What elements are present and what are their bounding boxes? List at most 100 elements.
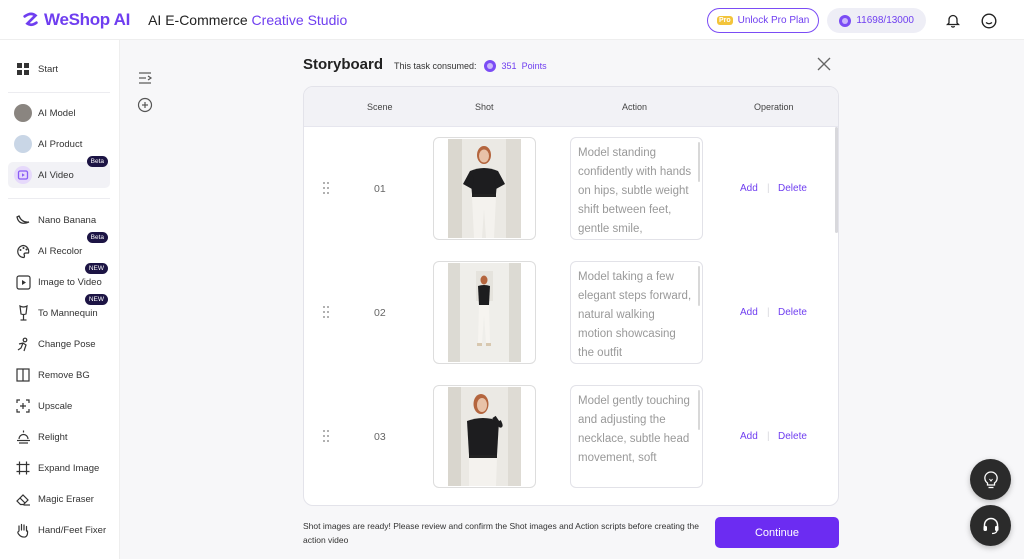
sidebar-item-label: AI Recolor: [38, 245, 83, 257]
points-balance-value: 11698/13000: [856, 15, 914, 26]
shot-photo: [448, 263, 521, 362]
sidebar-item-label: Relight: [38, 431, 68, 443]
sidebar-item-relight[interactable]: Relight: [8, 424, 110, 450]
sidebar-item-label: Remove BG: [38, 369, 90, 381]
drag-handle-icon[interactable]: [322, 305, 330, 319]
shot-photo: [448, 387, 521, 486]
lightbulb-icon: [983, 470, 998, 488]
divider: [8, 198, 110, 199]
avatar-icon[interactable]: [980, 12, 998, 30]
sidebar-item-label: Magic Eraser: [38, 493, 94, 505]
sidebar-item-to-mannequin[interactable]: To Mannequin NEW: [8, 294, 110, 326]
sidebar-item-label: Hand/Feet Fixer: [38, 524, 107, 536]
column-header-action: Action: [622, 102, 648, 112]
new-badge: NEW: [84, 263, 108, 274]
bell-icon[interactable]: [944, 12, 962, 30]
divider: |: [767, 307, 770, 318]
scene-number: 01: [374, 183, 386, 195]
sidebar-item-hand-feet-fixer[interactable]: Hand/Feet Fixer: [8, 517, 110, 543]
points-coin-icon: [839, 14, 852, 27]
sidebar-item-ai-recolor[interactable]: AI Recolor Beta: [8, 232, 110, 264]
sidebar-item-change-pose[interactable]: Change Pose: [8, 331, 110, 357]
upscale-icon: [14, 397, 32, 415]
app-title-accent: Creative Studio: [251, 11, 348, 28]
table-row: 02 Model taking a few elegant steps forw…: [304, 261, 834, 365]
points-balance[interactable]: 11698/13000: [827, 8, 926, 33]
add-button[interactable]: Add: [740, 431, 758, 442]
sidebar-item-magic-eraser[interactable]: Magic Eraser: [8, 486, 110, 512]
delete-button[interactable]: Delete: [778, 431, 807, 442]
divider: [8, 92, 110, 93]
sidebar-item-remove-bg[interactable]: Remove BG: [8, 362, 110, 388]
banana-icon: [14, 211, 32, 229]
image-video-icon: [14, 273, 32, 291]
collapse-panel-icon[interactable]: [137, 70, 153, 86]
logo[interactable]: WeShop AI: [22, 10, 130, 30]
sidebar-item-ai-model[interactable]: AI Model: [8, 100, 110, 126]
sidebar-item-nano-banana[interactable]: Nano Banana: [8, 207, 110, 233]
table-scrollbar[interactable]: [835, 127, 838, 233]
pro-badge: Pro: [716, 16, 733, 25]
delete-button[interactable]: Delete: [778, 307, 807, 318]
table-row: 01 Model standing confidently with hands…: [304, 137, 834, 241]
shot-image[interactable]: [433, 137, 536, 240]
beta-badge: Beta: [86, 232, 108, 243]
sidebar-item-label: Nano Banana: [38, 214, 97, 226]
unlock-pro-label: Unlock Pro Plan: [737, 15, 810, 26]
tips-button[interactable]: [970, 459, 1011, 500]
divider: |: [767, 183, 770, 194]
ready-message: Shot images are ready! Please review and…: [303, 521, 699, 545]
action-script-input[interactable]: Model gently touching and adjusting the …: [570, 385, 703, 488]
sidebar-item-label: AI Video: [38, 169, 74, 181]
sidebar-item-upscale[interactable]: Upscale: [8, 393, 110, 419]
weshop-logo-icon: [23, 12, 38, 26]
add-button[interactable]: Add: [740, 183, 758, 194]
storyboard-title: Storyboard: [303, 56, 384, 73]
sidebar-item-label: Expand Image: [38, 462, 100, 474]
action-script-input[interactable]: Model standing confidently with hands on…: [570, 137, 703, 240]
remove-bg-icon: [14, 366, 32, 384]
drag-handle-icon[interactable]: [322, 181, 330, 195]
drag-handle-icon[interactable]: [322, 429, 330, 443]
new-badge: NEW: [84, 294, 108, 305]
video-thumb-icon: [14, 166, 32, 184]
tool-panel: [121, 40, 169, 559]
eraser-icon: [14, 490, 32, 508]
sidebar-item-label: To Mannequin: [38, 307, 98, 319]
unlock-pro-button[interactable]: Pro Unlock Pro Plan: [706, 8, 820, 33]
column-header-operation: Operation: [754, 102, 794, 112]
shot-image[interactable]: [433, 385, 536, 488]
model-thumb-icon: [14, 104, 32, 122]
sidebar-item-label: Start: [38, 63, 59, 75]
column-header-scene: Scene: [367, 102, 393, 112]
shot-image[interactable]: [433, 261, 536, 364]
app-title-prefix: AI E-Commerce: [148, 11, 252, 28]
hand-icon: [14, 521, 32, 539]
new-task-icon[interactable]: [137, 97, 153, 113]
consumed-points: This task consumed: 351 Points: [394, 60, 547, 72]
delete-button[interactable]: Delete: [778, 183, 807, 194]
table-header: Scene Shot Action Operation: [304, 87, 838, 127]
add-button[interactable]: Add: [740, 307, 758, 318]
sidebar: Start AI Model AI Product AI Video Beta …: [0, 40, 120, 559]
app-title: AI E-Commerce Creative Studio: [148, 12, 347, 28]
headset-icon: [983, 517, 998, 534]
sidebar-item-ai-video[interactable]: AI Video Beta: [8, 156, 110, 188]
divider: |: [767, 431, 770, 442]
action-script-input[interactable]: Model taking a few elegant steps forward…: [570, 261, 703, 364]
mannequin-icon: [14, 304, 32, 322]
sidebar-item-expand-image[interactable]: Expand Image: [8, 455, 110, 481]
support-button[interactable]: [970, 505, 1011, 546]
points-label: Points: [521, 61, 547, 71]
close-icon[interactable]: [817, 57, 831, 71]
logo-text: WeShop AI: [44, 9, 131, 29]
continue-button[interactable]: Continue: [715, 517, 839, 548]
storyboard-table: Scene Shot Action Operation 01 Model sta…: [303, 86, 839, 506]
points-coin-icon: [483, 60, 496, 72]
product-thumb-icon: [14, 135, 32, 153]
sidebar-item-start[interactable]: Start: [8, 56, 110, 82]
sidebar-item-image-to-video[interactable]: Image to Video NEW: [8, 263, 110, 295]
grid-icon: [14, 60, 32, 78]
consumed-label: This task consumed:: [394, 61, 477, 71]
sidebar-item-ai-product[interactable]: AI Product: [8, 131, 110, 157]
